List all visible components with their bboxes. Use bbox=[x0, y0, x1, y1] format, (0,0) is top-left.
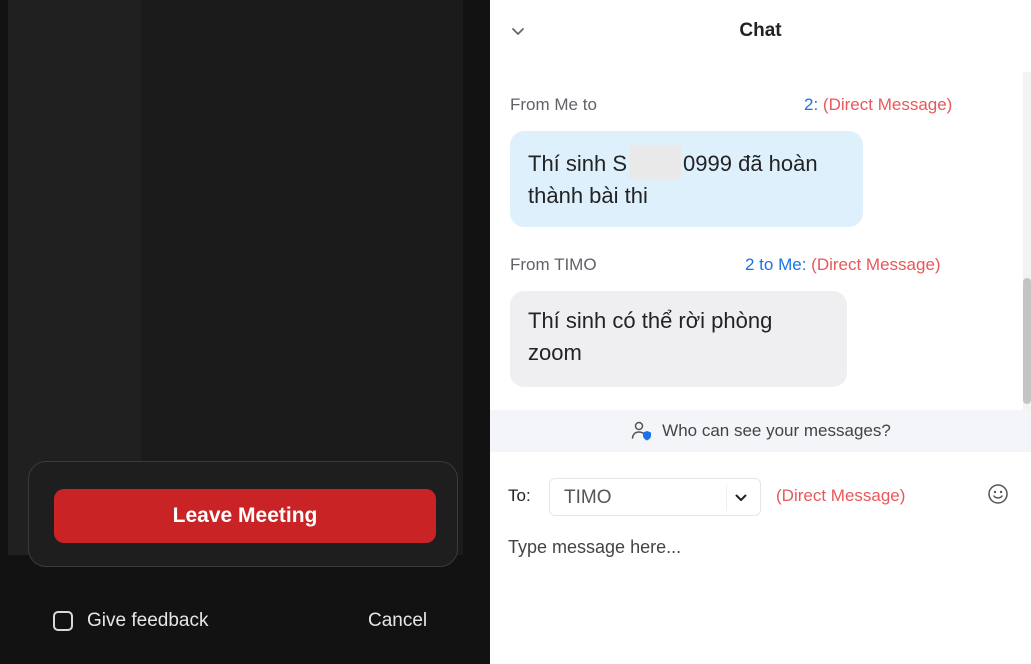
message-recipient: 2 to Me: (Direct Message) bbox=[745, 255, 941, 275]
direct-message-tag: (Direct Message) bbox=[776, 486, 906, 505]
give-feedback-option[interactable]: Give feedback bbox=[53, 607, 208, 635]
feedback-checkbox[interactable] bbox=[53, 611, 73, 631]
message-bubble-theirs: Thí sinh có thể rời phòng zoom bbox=[510, 291, 847, 387]
recipient-select[interactable]: TIMO bbox=[549, 478, 761, 516]
who-can-see-messages-link[interactable]: Who can see your messages? bbox=[490, 410, 1031, 452]
dropdown-caret-icon[interactable] bbox=[734, 491, 748, 505]
message-bubble-mine: Thí sinh S 0999 đã hoàn thành bài thi bbox=[510, 131, 863, 227]
message-sender: From TIMO bbox=[510, 255, 597, 274]
direct-message-tag: (Direct Message) bbox=[811, 255, 941, 274]
chat-title: Chat bbox=[739, 20, 782, 41]
chat-header: Chat bbox=[490, 0, 1031, 66]
compose-recipient-row: To: TIMO (Direct Message) bbox=[508, 478, 1018, 516]
emoji-icon[interactable] bbox=[986, 482, 1010, 506]
recipient-name: 2 to Me: bbox=[745, 255, 807, 274]
privacy-text: Who can see your messages? bbox=[662, 421, 891, 440]
divider bbox=[726, 485, 727, 511]
chat-panel: Chat From Me to 2: (Direct Message) Thí … bbox=[490, 0, 1031, 664]
message-sender: From Me to bbox=[510, 95, 597, 114]
message-input[interactable] bbox=[508, 532, 1008, 562]
meeting-video-area: Leave Meeting Give feedback Cancel bbox=[0, 0, 490, 664]
leave-meeting-button[interactable]: Leave Meeting bbox=[54, 489, 436, 543]
message-text: Thí sinh S bbox=[528, 151, 628, 176]
scrollbar-thumb[interactable] bbox=[1023, 278, 1031, 404]
recipient-name: 2: bbox=[804, 95, 819, 114]
direct-message-tag: (Direct Message) bbox=[822, 95, 953, 114]
redaction-box bbox=[629, 145, 682, 179]
cancel-button[interactable]: Cancel bbox=[368, 607, 427, 635]
message-recipient: 2: (Direct Message) bbox=[804, 95, 952, 115]
recipient-select-value: TIMO bbox=[564, 487, 612, 508]
feedback-label: Give feedback bbox=[87, 610, 209, 631]
message-text: Thí sinh có thể rời phòng zoom bbox=[528, 308, 773, 365]
to-label: To: bbox=[508, 486, 531, 505]
people-lock-icon bbox=[631, 421, 652, 441]
